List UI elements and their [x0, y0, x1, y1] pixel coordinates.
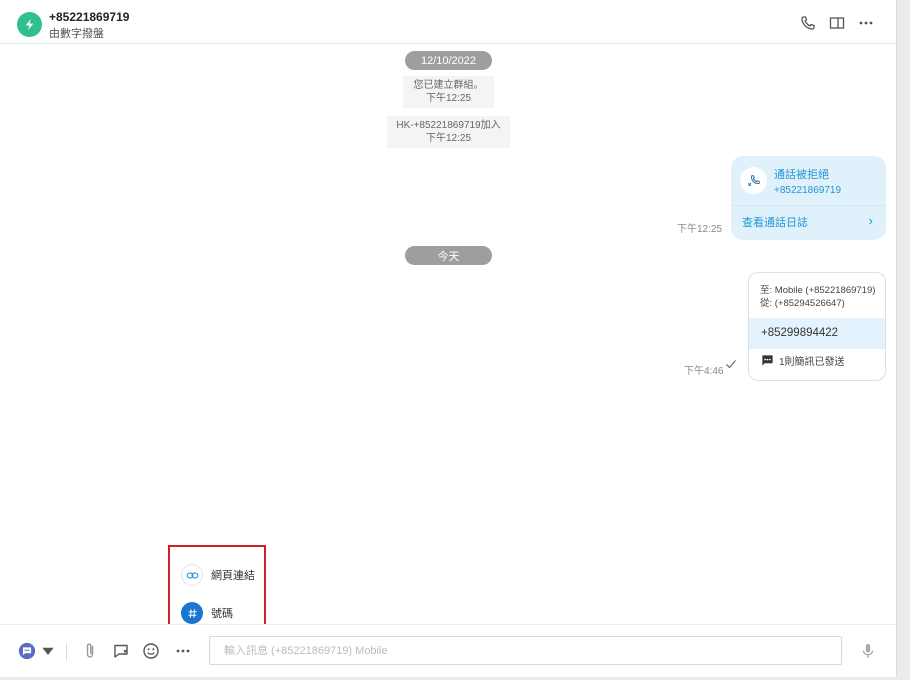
channel-selector-icon[interactable]	[14, 639, 40, 663]
system-message-text: HK-+85221869719加入	[396, 120, 501, 131]
system-message-text: 您已建立群組。	[413, 80, 484, 91]
view-call-log-link[interactable]: 查看通話日誌	[742, 214, 808, 230]
chevron-right-icon[interactable]: ›	[869, 213, 873, 228]
more-options-icon[interactable]	[857, 14, 875, 32]
template-message-icon[interactable]	[109, 639, 133, 663]
menu-item-web-link[interactable]: 網頁連結	[181, 564, 255, 586]
more-actions-icon[interactable]	[171, 639, 195, 663]
message-input[interactable]	[209, 636, 842, 665]
menu-item-label: 號碼	[211, 608, 233, 620]
chat-window: +85221869719 由數字撥盤 12/10/2022 您已建立群組。 下午…	[0, 0, 897, 677]
date-divider: 12/10/2022	[405, 51, 492, 70]
hash-icon	[181, 602, 203, 624]
call-card-number: +85221869719	[774, 185, 842, 196]
conversation-title: +85221869719	[49, 10, 130, 24]
conversation-header: +85221869719 由數字撥盤	[0, 0, 896, 44]
system-message: 您已建立群組。 下午12:25	[403, 76, 494, 108]
call-declined-card: 通話被拒絕 +85221869719 查看通話日誌 ›	[731, 156, 886, 240]
divider	[66, 643, 67, 661]
system-message-time: 下午12:25	[425, 93, 472, 104]
sms-number-row[interactable]: +85299894422	[749, 318, 885, 349]
call-declined-icon	[740, 167, 767, 194]
sms-number: +85299894422	[761, 327, 839, 339]
sms-from-line: 從: (+85294526647)	[760, 298, 845, 309]
date-divider: 今天	[405, 246, 492, 265]
sms-status-text: 1則簡訊已發送	[779, 357, 845, 368]
link-icon	[181, 564, 203, 586]
message-icon	[762, 355, 773, 366]
sms-sent-card: 至: Mobile (+85221869719) 從: (+8529452664…	[748, 272, 886, 381]
conversation-subtitle: 由數字撥盤	[49, 28, 104, 40]
message-timestamp: 下午4:46	[684, 366, 724, 377]
sms-to-line: 至: Mobile (+85221869719)	[760, 285, 876, 296]
menu-item-number[interactable]: 號碼	[181, 602, 233, 624]
avatar[interactable]	[17, 12, 42, 37]
message-timestamp: 下午12:25	[677, 224, 723, 235]
divider	[731, 205, 886, 206]
attachment-icon[interactable]	[78, 639, 102, 663]
microphone-icon[interactable]	[856, 639, 880, 663]
dialpad-badge-icon	[25, 18, 34, 31]
system-message-time: 下午12:25	[425, 133, 472, 144]
system-message: HK-+85221869719加入 下午12:25	[387, 116, 510, 148]
caret-down-icon[interactable]	[40, 639, 56, 663]
sms-status: 1則簡訊已發送	[761, 353, 845, 368]
phone-icon[interactable]	[799, 14, 817, 32]
menu-item-label: 網頁連結	[211, 570, 255, 582]
call-card-title: 通話被拒絕	[774, 169, 829, 181]
emoji-icon[interactable]	[139, 639, 163, 663]
panel-toggle-icon[interactable]	[828, 14, 846, 32]
checkmark-icon	[725, 357, 737, 375]
composer-bar	[0, 624, 896, 677]
